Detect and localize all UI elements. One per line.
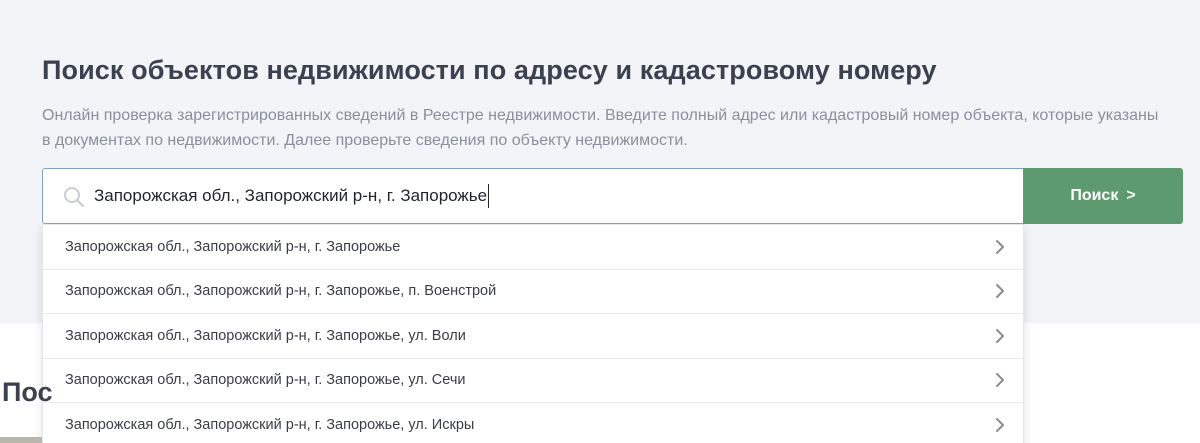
suggestion-label: Запорожская обл., Запорожский р-н, г. За… (65, 416, 475, 433)
search-button-arrow: > (1126, 187, 1136, 204)
partial-image (0, 437, 42, 443)
suggestion-item[interactable]: Запорожская обл., Запорожский р-н, г. За… (43, 225, 1023, 270)
suggestion-label: Запорожская обл., Запорожский р-н, г. За… (65, 372, 466, 389)
search-icon (64, 187, 85, 208)
page-title: Поиск объектов недвижимости по адресу и … (42, 55, 937, 85)
chevron-right-icon (996, 239, 1004, 254)
suggestion-item[interactable]: Запорожская обл., Запорожский р-н, г. За… (43, 403, 1023, 443)
suggestion-label: Запорожская обл., Запорожский р-н, г. За… (65, 327, 466, 344)
page: Поиск объектов недвижимости по адресу и … (0, 0, 1200, 443)
suggestion-item[interactable]: Запорожская обл., Запорожский р-н, г. За… (43, 270, 1023, 314)
search-button-label: Поиск (1070, 187, 1119, 204)
chevron-right-icon (996, 417, 1004, 432)
suggestion-label: Запорожская обл., Запорожский р-н, г. За… (65, 238, 401, 255)
text-caret (488, 184, 490, 208)
next-section-heading: Пос (2, 377, 53, 407)
suggestion-label: Запорожская обл., Запорожский р-н, г. За… (65, 283, 497, 300)
page-description: Онлайн проверка зарегистрированных сведе… (42, 107, 1159, 149)
chevron-right-icon (996, 373, 1004, 388)
suggestion-item[interactable]: Запорожская обл., Запорожский р-н, г. За… (43, 359, 1023, 403)
suggestion-item[interactable]: Запорожская обл., Запорожский р-н, г. За… (43, 314, 1023, 359)
search-input[interactable] (94, 169, 994, 223)
search-box[interactable] (42, 168, 1024, 224)
chevron-right-icon (996, 284, 1004, 299)
suggestions-dropdown: Запорожская обл., Запорожский р-н, г. За… (42, 224, 1024, 443)
chevron-right-icon (996, 328, 1004, 343)
search-button[interactable]: Поиск > (1023, 168, 1183, 224)
